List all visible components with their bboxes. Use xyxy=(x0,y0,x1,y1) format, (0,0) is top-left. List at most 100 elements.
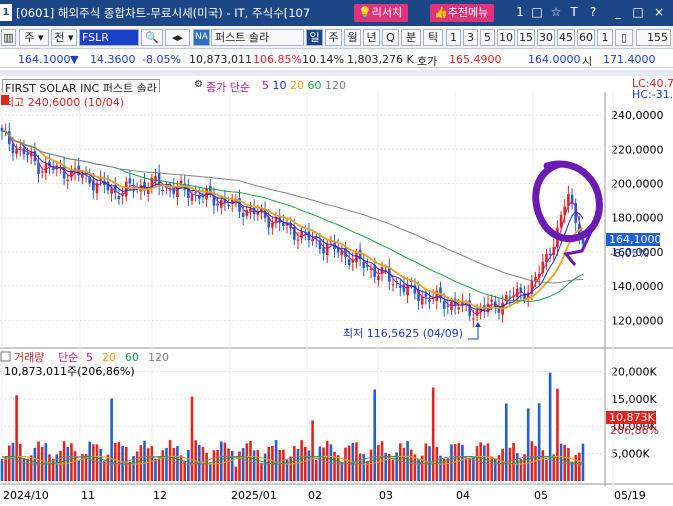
close-icon[interactable]: × xyxy=(652,3,666,21)
candle xyxy=(44,163,48,174)
candle xyxy=(325,244,329,256)
window-number-button[interactable]: 1 xyxy=(513,3,527,21)
minute-button-30[interactable]: 30 xyxy=(537,29,555,46)
volume-bar xyxy=(48,454,51,481)
volume-bar xyxy=(176,446,179,481)
volume-bar xyxy=(190,396,194,481)
volume-bar xyxy=(578,452,581,481)
volume-bar xyxy=(402,447,406,481)
volume-bar xyxy=(88,441,91,481)
volume-bar xyxy=(99,448,102,481)
candle xyxy=(227,204,230,206)
candle xyxy=(581,238,585,244)
search-icon[interactable]: 🔍 xyxy=(141,29,163,46)
recommend-menu-button[interactable]: 👍추천메뉴 xyxy=(430,4,495,22)
period-button-tick[interactable]: 틱 xyxy=(423,29,443,46)
volume-bar xyxy=(497,455,501,481)
minute-button-15[interactable]: 15 xyxy=(517,29,535,46)
favorite-star-icon[interactable]: ☆ xyxy=(549,3,563,21)
help-icon[interactable]: ? xyxy=(586,3,600,21)
volume-bar xyxy=(534,446,537,481)
candle xyxy=(442,301,446,309)
candle xyxy=(457,307,461,310)
period-button-day[interactable]: 일 xyxy=(306,29,323,46)
volume-bar xyxy=(464,457,468,481)
minute-button-3[interactable]: 3 xyxy=(463,29,478,46)
quote-bar: 164.1000 ▼ 14.3600 -8.05% 10,873,011 106… xyxy=(0,50,673,68)
bulb-icon: 💡 xyxy=(358,6,372,19)
minute-button-5[interactable]: 5 xyxy=(480,29,495,46)
price-tick-label: 220,0000 xyxy=(611,143,664,156)
volume-bar xyxy=(377,445,380,481)
candle xyxy=(179,180,183,184)
volume-bar xyxy=(51,458,55,481)
volume-bar xyxy=(135,451,139,481)
volume-bar xyxy=(37,441,40,481)
volume-bar xyxy=(241,448,245,481)
chart-type-icon[interactable]: ▯ xyxy=(615,29,633,46)
chart-settings-icon[interactable]: ▥ xyxy=(1,29,16,46)
market-select[interactable]: 주 ▾ xyxy=(19,29,49,46)
minute-button-custom[interactable]: 1 xyxy=(597,29,613,46)
volume-bar xyxy=(537,403,541,481)
period-button-year[interactable]: 년 xyxy=(363,29,380,46)
volume-bar xyxy=(187,449,190,481)
volume-ratio: 106.85% xyxy=(253,53,302,66)
stock-chart[interactable]: 240,0000220,0000200,0000180,0000160,0000… xyxy=(0,76,673,506)
volume-bar xyxy=(77,459,81,481)
volume-bar xyxy=(526,408,530,481)
period-button-month[interactable]: 월 xyxy=(344,29,361,46)
minute-button-45[interactable]: 45 xyxy=(557,29,575,46)
volume-bar xyxy=(216,449,219,481)
candle xyxy=(18,147,22,149)
minute-button-1[interactable]: 1 xyxy=(446,29,461,46)
maximize-icon[interactable]: □ xyxy=(631,3,645,21)
period-button-quarter[interactable]: Q xyxy=(382,29,399,46)
volume-ma-title: 단순 xyxy=(58,351,78,364)
prev-next-icon[interactable]: ◂▸ xyxy=(165,29,190,46)
minimize-icon[interactable]: _ xyxy=(611,3,625,21)
symbol-input[interactable]: FSLR xyxy=(79,29,139,46)
volume-bar xyxy=(289,456,292,481)
volume-bar xyxy=(150,446,154,481)
volume-bar xyxy=(541,450,545,481)
font-settings-icon[interactable]: T xyxy=(567,3,581,21)
volume-ma-legend-20: 20 xyxy=(102,351,116,364)
volume-bar xyxy=(73,451,77,481)
candle xyxy=(249,208,252,211)
candle xyxy=(66,179,70,181)
period-button-minute[interactable]: 분 xyxy=(401,29,421,46)
restore-window-icon[interactable]: □ xyxy=(530,3,544,21)
volume-info-label: 10,873,011주(206,86%) xyxy=(4,365,135,378)
stock-name-field[interactable]: 퍼스트 솔라 xyxy=(211,29,304,46)
price-tick-label: 200,0000 xyxy=(611,178,664,191)
candle xyxy=(472,318,475,320)
price-tick-label: 240,0000 xyxy=(611,109,664,122)
candle xyxy=(391,284,395,286)
volume-bar xyxy=(501,448,504,481)
time-axis-label: 12 xyxy=(153,489,167,502)
research-button[interactable]: 💡리서치 xyxy=(354,4,409,22)
volume-bar xyxy=(18,443,22,481)
period-type-select[interactable]: 전 ▾ xyxy=(51,29,77,46)
minute-button-10[interactable]: 10 xyxy=(497,29,515,46)
research-label: 리서치 xyxy=(371,6,403,19)
minute-button-60[interactable]: 60 xyxy=(577,29,595,46)
current-change-tag: -8,05% xyxy=(610,247,649,260)
count-input[interactable]: 155 xyxy=(636,29,671,46)
trade-amount: 1,803,276 K xyxy=(347,53,414,66)
volume-bar xyxy=(29,455,33,481)
volume-bar xyxy=(318,446,322,481)
volume-bar xyxy=(424,443,428,481)
volume-bar xyxy=(530,441,534,481)
period-button-week[interactable]: 주 xyxy=(325,29,342,46)
volume-tag: 10,873K xyxy=(609,411,655,424)
volume-bar xyxy=(431,387,435,481)
volume-bar xyxy=(4,456,7,481)
volume-bar xyxy=(26,458,29,481)
candle xyxy=(515,288,519,298)
candle xyxy=(194,191,197,194)
time-axis-label: 03 xyxy=(379,489,393,502)
time-axis-label: 05/19 xyxy=(614,489,646,502)
volume-bar xyxy=(260,463,263,481)
